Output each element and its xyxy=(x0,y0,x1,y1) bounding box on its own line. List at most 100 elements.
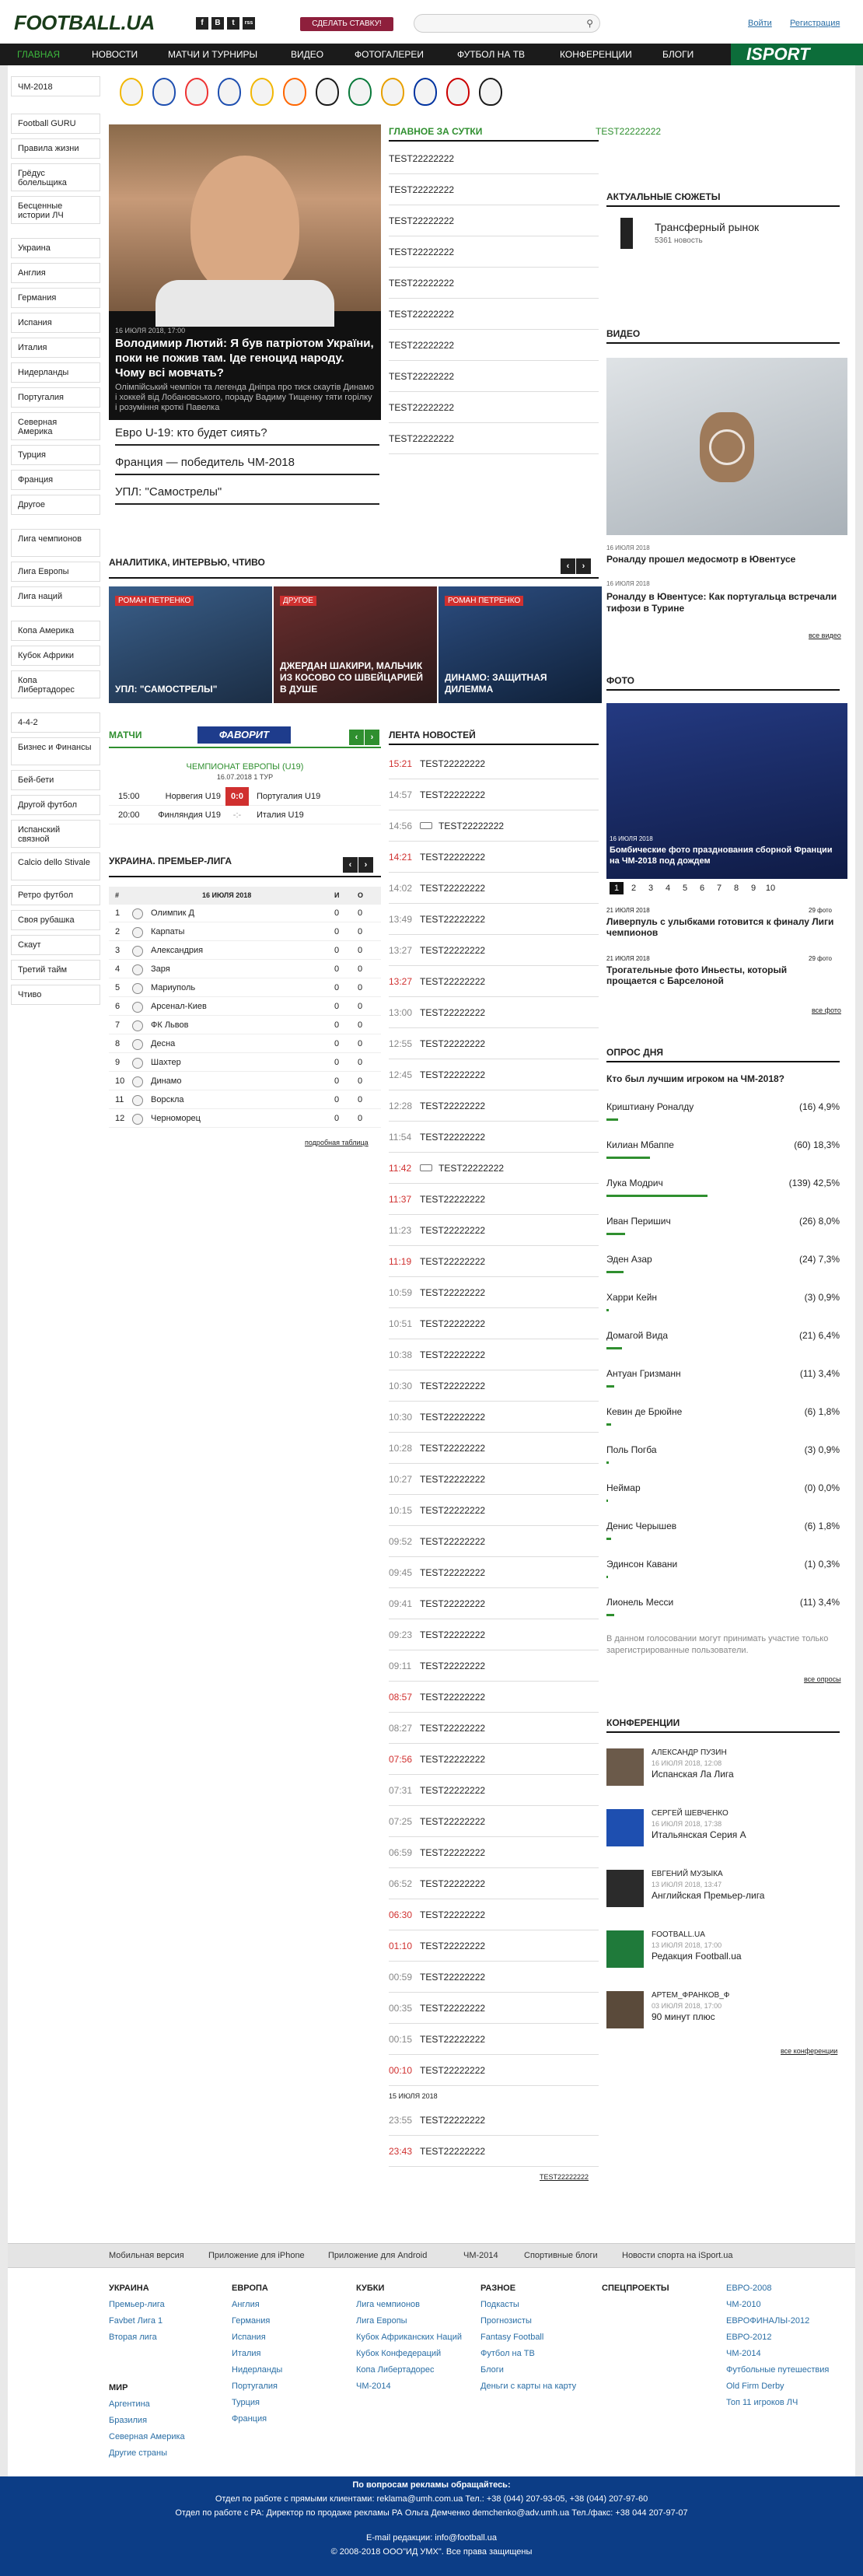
row-team[interactable]: Олимпик Д xyxy=(151,905,194,922)
news-title[interactable]: TEST22222222 xyxy=(420,966,485,997)
photo-main[interactable]: 16 ИЮЛЯ 2018 Бомбические фото празднован… xyxy=(606,703,847,879)
news-title[interactable]: TEST22222222 xyxy=(420,1402,485,1433)
footer-link[interactable]: Топ 11 игроков ЛЧ xyxy=(726,2395,843,2411)
club-logo-icon[interactable] xyxy=(414,78,437,106)
news-title[interactable]: TEST22222222 xyxy=(420,1806,485,1837)
poll-option[interactable]: Килиан Мбаппе (60) 18,3% xyxy=(606,1133,840,1166)
conference-item[interactable]: FOOTBALL.UA 13 ИЮЛЯ 2018, 17:00 Редакция F… xyxy=(606,1927,840,1974)
row-team[interactable]: ФК Львов xyxy=(151,1017,188,1034)
footer-link[interactable]: Другие страны xyxy=(109,2445,225,2462)
conference-subject[interactable]: Английская Премьер-лига xyxy=(652,1890,764,1901)
arrow-left-icon[interactable]: ‹ xyxy=(561,558,575,574)
footer-link[interactable]: Old Firm Derby xyxy=(726,2378,843,2395)
analytics-card[interactable]: РОМАН ПЕТРЕНКО УПЛ: "САМОСТРЕЛЫ" xyxy=(109,586,272,703)
news-item[interactable]: 06:52 TEST22222222 xyxy=(389,1868,599,1899)
photo-page-button[interactable]: 9 xyxy=(746,882,760,894)
news-item[interactable]: 09:45 TEST22222222 xyxy=(389,1557,599,1588)
news-title[interactable]: TEST22222222 xyxy=(420,1930,485,1962)
poll-option[interactable]: Домагой Вида (21) 6,4% xyxy=(606,1324,840,1356)
news-title[interactable]: TEST22222222 xyxy=(420,997,485,1028)
analytics-card[interactable]: ДРУГОЕ ДЖЕРДАН ШАКИРИ, МАЛЬЧИК ИЗ КОСОВО … xyxy=(274,586,437,703)
poll-option[interactable]: Лука Модрич (139) 42,5% xyxy=(606,1171,840,1204)
footer-link[interactable]: Кубок Конфедераций xyxy=(356,2346,473,2362)
table-row[interactable]: 11 Ворскла 0 0 xyxy=(109,1091,381,1109)
news-title[interactable]: TEST22222222 xyxy=(420,1370,485,1402)
row-team[interactable]: Арсенал-Киев xyxy=(151,998,207,1016)
table-row[interactable]: 3 Александрия 0 0 xyxy=(109,942,381,960)
sidebar-item[interactable]: Чтиво xyxy=(11,985,100,1005)
league-more[interactable]: подробная таблица xyxy=(305,1139,369,1146)
news-item[interactable]: 12:45 TEST22222222 xyxy=(389,1059,599,1090)
club-logo-icon[interactable] xyxy=(152,78,176,106)
twitter-icon[interactable]: t xyxy=(227,17,239,30)
news-item[interactable]: 14:56 TEST22222222 xyxy=(389,810,599,842)
footer-link[interactable]: Спортивные блоги xyxy=(524,2251,598,2260)
news-item[interactable]: 14:21 TEST22222222 xyxy=(389,842,599,873)
news-item[interactable]: 12:28 TEST22222222 xyxy=(389,1090,599,1122)
video-item-title[interactable]: Роналду прошел медосмотр в Ювентусе xyxy=(606,554,840,565)
sidebar-item[interactable]: Англия xyxy=(11,263,100,283)
poll-option[interactable]: Поль Погба (3) 0,9% xyxy=(606,1438,840,1471)
footer-link[interactable]: Германия xyxy=(232,2313,348,2329)
news-item[interactable]: 11:54 TEST22222222 xyxy=(389,1122,599,1153)
news-title[interactable]: TEST22222222 xyxy=(420,1215,485,1246)
main-day-item[interactable]: TEST22222222 xyxy=(389,299,599,330)
news-item[interactable]: 07:56 TEST22222222 xyxy=(389,1744,599,1775)
footer-link[interactable]: Испания xyxy=(232,2329,348,2346)
footer-link[interactable]: Лига Европы xyxy=(356,2313,473,2329)
search-icon[interactable]: ⚲ xyxy=(586,18,593,29)
sidebar-item[interactable]: Лига чемпионов xyxy=(11,529,100,557)
login-link[interactable]: Войти xyxy=(748,19,772,28)
sidebar-item[interactable]: Третий тайм xyxy=(11,960,100,980)
news-title[interactable]: TEST22222222 xyxy=(420,2105,485,2136)
play-icon[interactable] xyxy=(709,429,745,465)
footer-link[interactable]: Блоги xyxy=(480,2362,597,2378)
news-item[interactable]: 11:23 TEST22222222 xyxy=(389,1215,599,1246)
news-item[interactable]: 14:57 TEST22222222 xyxy=(389,779,599,810)
news-item[interactable]: 10:27 TEST22222222 xyxy=(389,1464,599,1495)
footer-link[interactable]: Аргентина xyxy=(109,2396,225,2413)
poll-option[interactable]: Криштиану Роналду (16) 4,9% xyxy=(606,1095,840,1128)
footer-link[interactable]: Приложение для Android xyxy=(328,2251,427,2260)
news-title[interactable]: TEST22222222 xyxy=(420,1028,485,1059)
club-logo-icon[interactable] xyxy=(250,78,274,106)
arrow-left-icon[interactable]: ‹ xyxy=(343,857,358,873)
conference-subject[interactable]: Итальянская Серия А xyxy=(652,1829,746,1840)
club-logo-icon[interactable] xyxy=(218,78,241,106)
row-team[interactable]: Десна xyxy=(151,1035,175,1053)
footer-link[interactable]: Деньги с карты на карту xyxy=(480,2378,597,2395)
footer-link[interactable]: Лига чемпионов xyxy=(356,2297,473,2313)
table-row[interactable]: 4 Заря 0 0 xyxy=(109,961,381,978)
sidebar-item[interactable]: Calcio dello Stivale xyxy=(11,852,100,880)
conference-name[interactable]: FOOTBALL.UA xyxy=(652,1930,705,1939)
poll-option[interactable]: Эден Азар (24) 7,3% xyxy=(606,1248,840,1280)
club-logo-icon[interactable] xyxy=(283,78,306,106)
news-item[interactable]: 06:59 TEST22222222 xyxy=(389,1837,599,1868)
photo-page-button[interactable]: 7 xyxy=(712,882,726,894)
sidebar-item[interactable]: Нидерланды xyxy=(11,362,100,383)
poll-more[interactable]: все опросы xyxy=(804,1675,841,1683)
news-item[interactable]: 06:30 TEST22222222 xyxy=(389,1899,599,1930)
news-title[interactable]: TEST22222222 xyxy=(420,842,485,873)
footer-link[interactable]: Fantasy Football xyxy=(480,2329,597,2346)
arrow-left-icon[interactable]: ‹ xyxy=(349,730,364,745)
news-item[interactable]: 15:21 TEST22222222 xyxy=(389,748,599,779)
news-title[interactable]: TEST22222222 xyxy=(420,1526,485,1557)
news-item[interactable]: 11:19 TEST22222222 xyxy=(389,1246,599,1277)
main-day-item[interactable]: TEST22222222 xyxy=(389,174,599,205)
news-title[interactable]: TEST22222222 xyxy=(420,2055,485,2086)
news-item[interactable]: 08:27 TEST22222222 xyxy=(389,1713,599,1744)
news-title[interactable]: TEST22222222 xyxy=(420,1339,485,1370)
news-title[interactable]: TEST22222222 xyxy=(420,1246,485,1277)
news-item[interactable]: 07:31 TEST22222222 xyxy=(389,1775,599,1806)
news-item[interactable]: 00:59 TEST22222222 xyxy=(389,1962,599,1993)
card-title[interactable]: УПЛ: "САМОСТРЕЛЫ" xyxy=(115,684,266,695)
news-item[interactable]: 09:11 TEST22222222 xyxy=(389,1650,599,1682)
news-title[interactable]: TEST22222222 xyxy=(420,873,485,904)
photo-page-button[interactable]: 4 xyxy=(661,882,675,894)
club-logo-icon[interactable] xyxy=(185,78,208,106)
photo-page-button[interactable]: 3 xyxy=(644,882,658,894)
main-day-item[interactable]: TEST22222222 xyxy=(389,236,599,268)
nav-matches[interactable]: МАТЧИ И ТУРНИРЫ xyxy=(168,44,257,65)
conferences-more[interactable]: все конференции xyxy=(781,2047,837,2055)
